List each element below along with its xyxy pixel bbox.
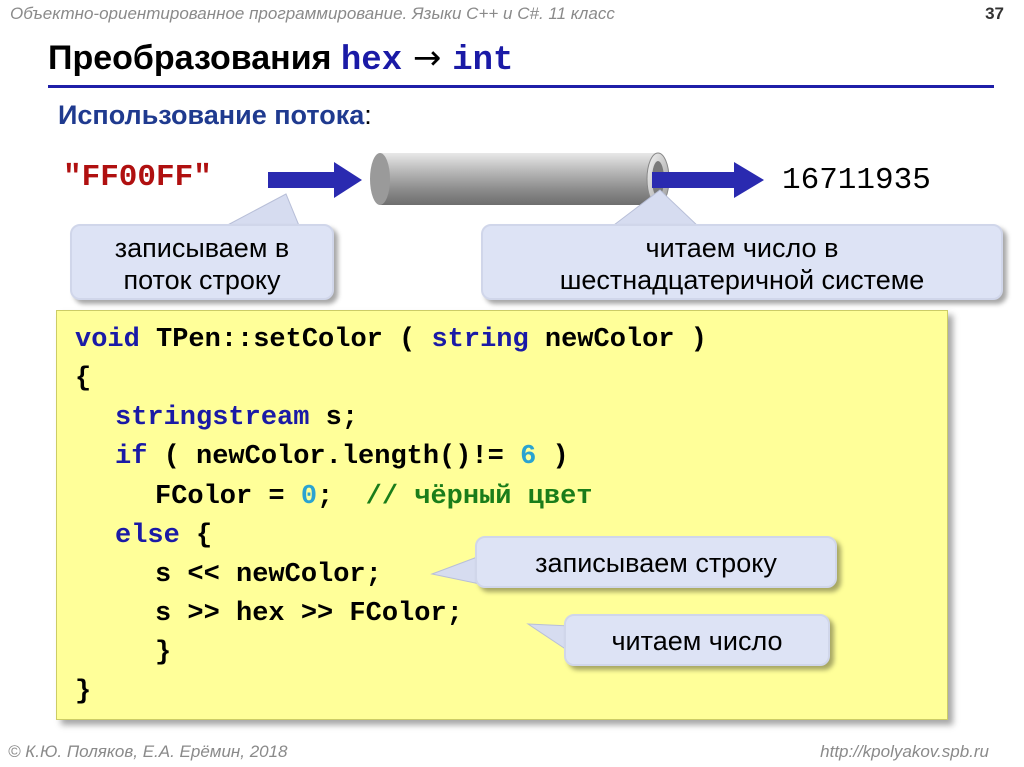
footer-url[interactable]: http://kpolyakov.spb.ru <box>820 742 989 762</box>
callout-pointer <box>430 555 481 585</box>
callout-write-string: записываем строку <box>475 536 837 588</box>
code-callout-pointers <box>430 555 571 653</box>
footer-authors: © К.Ю. Поляков, Е.А. Ерёмин, 2018 <box>8 742 288 761</box>
callout-read-number: читаем число <box>564 614 830 666</box>
